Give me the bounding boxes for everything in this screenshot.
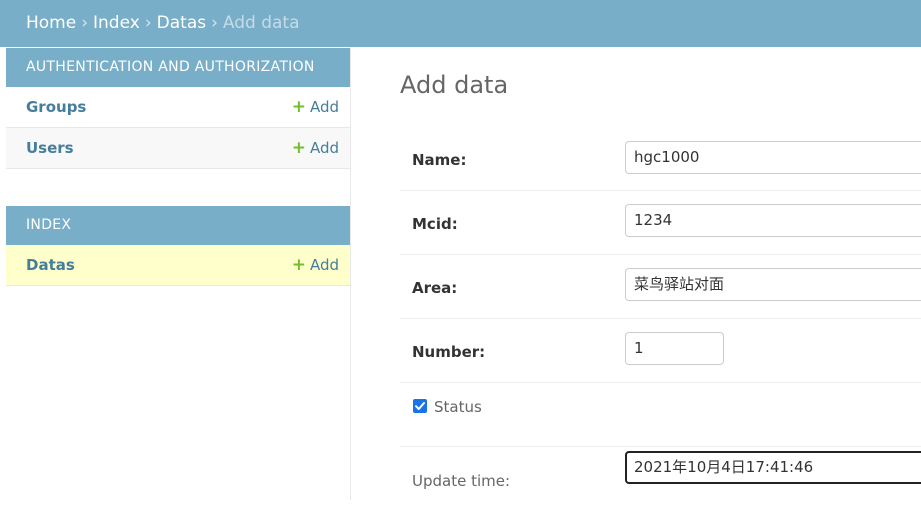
form-row-number: Number: 1 (400, 319, 921, 383)
app-sidebar: AUTHENTICATION AND AUTHORIZATION Groups … (6, 47, 351, 500)
breadcrumb: Home › Index › Datas › Add data (0, 0, 921, 47)
module-caption-auth[interactable]: AUTHENTICATION AND AUTHORIZATION (6, 48, 350, 87)
form-row-status: Status (400, 383, 921, 447)
datas-link[interactable]: Datas (26, 256, 75, 274)
form-row-name: Name: hgc1000 (400, 127, 921, 191)
breadcrumb-separator: › (211, 13, 218, 33)
groups-link[interactable]: Groups (26, 98, 86, 116)
add-label: Add (309, 256, 339, 274)
status-checkbox[interactable] (413, 399, 427, 413)
module-caption-label: AUTHENTICATION AND AUTHORIZATION (26, 59, 315, 75)
users-link[interactable]: Users (26, 139, 74, 157)
number-label: Number: (412, 343, 486, 361)
groups-add-link[interactable]: + Add (292, 87, 339, 127)
name-field[interactable]: hgc1000 (625, 141, 921, 174)
mcid-field[interactable]: 1234 (625, 204, 921, 237)
breadcrumb-separator: › (144, 13, 152, 33)
users-add-link[interactable]: + Add (292, 128, 339, 168)
breadcrumb-separator: › (81, 13, 89, 33)
module-caption-index[interactable]: INDEX (6, 206, 350, 245)
form-row-area: Area: 菜鸟驿站对面 (400, 255, 921, 319)
area-field[interactable]: 菜鸟驿站对面 (625, 268, 921, 301)
status-label[interactable]: Status (434, 398, 482, 416)
add-label: Add (309, 98, 339, 116)
model-row-datas: Datas + Add (6, 245, 350, 286)
datas-add-link[interactable]: + Add (292, 245, 339, 285)
add-label: Add (309, 139, 339, 157)
mcid-label: Mcid: (412, 215, 458, 233)
number-field[interactable]: 1 (625, 332, 724, 365)
checkmark-icon (415, 402, 425, 410)
update-time-field[interactable]: 2021年10月4日17:41:46 (625, 451, 921, 484)
plus-icon: + (291, 255, 306, 275)
module-caption-label: INDEX (26, 217, 72, 233)
form-row-mcid: Mcid: 1234 (400, 191, 921, 255)
form-row-update-time: Update time: 2021年10月4日17:41:46 (400, 447, 921, 511)
plus-icon: + (291, 138, 306, 158)
breadcrumb-index-link[interactable]: Index (93, 13, 140, 33)
page-title: Add data (400, 71, 509, 99)
breadcrumb-home-link[interactable]: Home (26, 13, 76, 33)
area-label: Area: (412, 279, 458, 297)
plus-icon: + (291, 97, 306, 117)
model-row-groups: Groups + Add (6, 87, 350, 128)
update-time-label: Update time: (412, 472, 511, 490)
breadcrumb-datas-link[interactable]: Datas (157, 13, 206, 33)
breadcrumb-current: Add data (222, 13, 300, 33)
name-label: Name: (412, 151, 467, 169)
model-row-users: Users + Add (6, 128, 350, 169)
